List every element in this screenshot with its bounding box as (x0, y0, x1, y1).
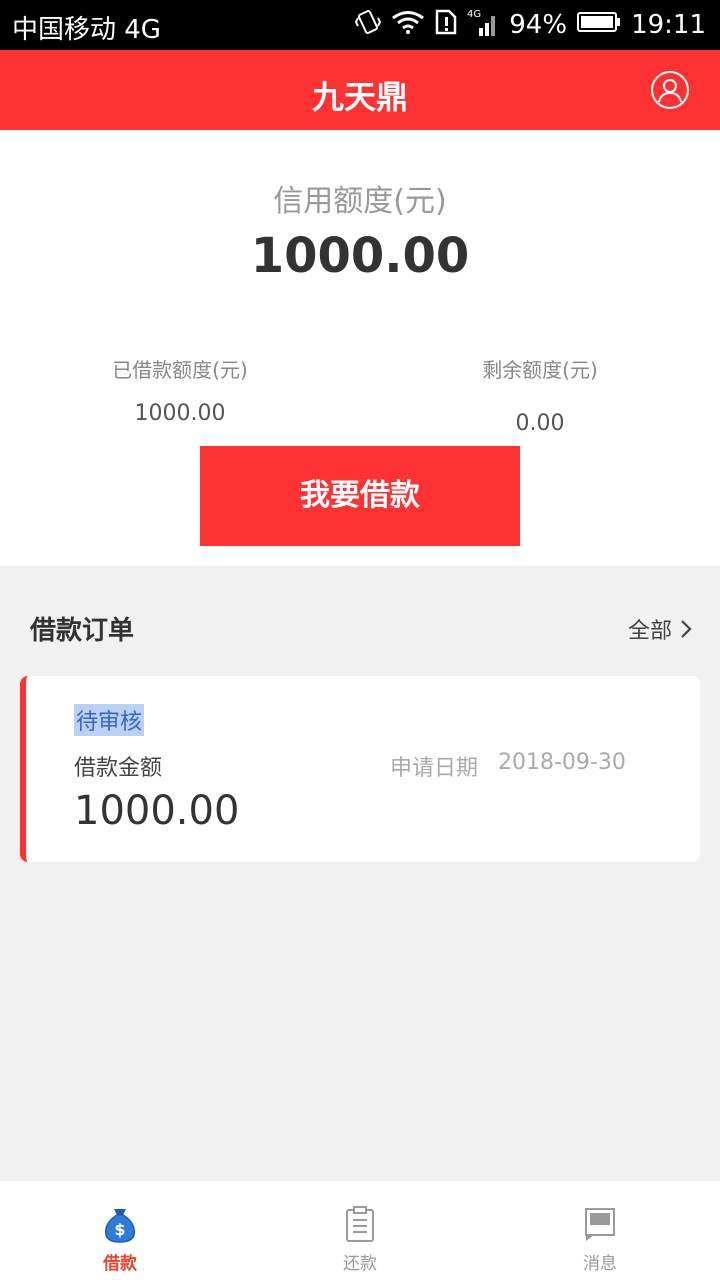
clipboard-icon (346, 1206, 374, 1242)
vibrate-icon (355, 9, 382, 42)
credit-limit-value: 1000.00 (250, 228, 470, 284)
tab-borrow[interactable]: $ 借款 (0, 1181, 240, 1280)
borrowed-amount: 已借款额度(元) 1000.00 (60, 354, 300, 426)
sim-alert-icon (435, 9, 457, 42)
money-bag-icon: $ (104, 1209, 136, 1243)
status-bar: 中国移动 4G 4G 94% 19:11 (0, 0, 720, 50)
borrowed-label: 已借款额度(元) (112, 358, 248, 382)
page-title: 九天鼎 (311, 78, 408, 116)
chevron-right-icon (681, 620, 692, 638)
order-amount-value: 1000.00 (74, 788, 240, 834)
tab-borrow-label: 借款 (103, 1254, 137, 1274)
remaining-label: 剩余额度(元) (482, 358, 598, 382)
credit-limit-label: 信用额度(元) (273, 184, 447, 219)
tab-messages[interactable]: 消息 (480, 1181, 720, 1280)
view-all-label: 全部 (627, 619, 672, 644)
order-date-label: 申请日期 (390, 756, 479, 781)
order-status-badge: 待审核 (74, 704, 145, 736)
signal-icon: 4G (467, 8, 499, 43)
tab-repay[interactable]: 还款 (240, 1181, 480, 1280)
user-profile-icon (651, 71, 689, 109)
wifi-icon (391, 10, 425, 41)
credit-summary: 信用额度(元) 1000.00 已借款额度(元) 1000.00 剩余额度(元)… (0, 130, 720, 566)
view-all-orders-link[interactable]: 全部 (628, 613, 692, 645)
borrow-button[interactable]: 我要借款 (200, 446, 520, 546)
order-date-value: 2018-09-30 (498, 750, 626, 775)
svg-text:$: $ (114, 1220, 125, 1239)
profile-button[interactable] (650, 70, 690, 110)
order-card[interactable]: 待审核 借款金额 申请日期 2018-09-30 1000.00 (20, 676, 700, 862)
order-amount-label: 借款金额 (74, 756, 163, 781)
tab-repay-label: 还款 (343, 1254, 377, 1274)
orders-section-title: 借款订单 (30, 616, 135, 646)
battery-percent: 94% (509, 10, 568, 40)
tab-messages-label: 消息 (583, 1254, 617, 1274)
carrier-label: 中国移动 4G (12, 15, 161, 45)
network-type-label: 4G (467, 9, 481, 20)
remaining-amount: 剩余额度(元) 0.00 (420, 354, 660, 436)
app-header: 九天鼎 (0, 50, 720, 130)
battery-icon (577, 10, 621, 40)
message-icon (585, 1208, 615, 1241)
bottom-tab-bar: $ 借款 还款 消息 (0, 1180, 720, 1280)
clock: 19:11 (631, 10, 706, 40)
remaining-value: 0.00 (515, 411, 565, 436)
borrowed-value: 1000.00 (134, 401, 226, 426)
status-icons: 4G 94% 19:11 (355, 8, 706, 42)
